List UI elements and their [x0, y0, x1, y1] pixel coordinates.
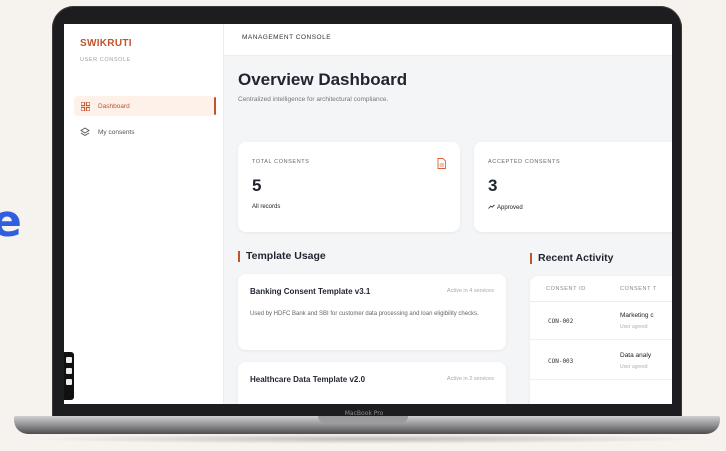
template-badge: Active in 2 services	[446, 376, 494, 382]
sidebar-item-label: My consents	[98, 128, 135, 136]
trend-up-icon	[488, 204, 495, 211]
column-header: CONSENT T	[620, 286, 657, 292]
column-header: CONSENT ID	[546, 286, 586, 292]
consent-status: User agreed	[620, 324, 648, 330]
document-icon	[437, 156, 446, 174]
background-letter: e	[0, 196, 22, 247]
grid-icon	[80, 101, 90, 111]
brand-subtitle: USER CONSOLE	[80, 57, 131, 63]
template-usage-title: Template Usage	[238, 250, 326, 262]
consent-type: Marketing c	[620, 312, 654, 319]
laptop-notch	[318, 416, 408, 423]
stat-label: ACCEPTED CONSENTS	[488, 159, 561, 165]
table-header: CONSENT ID CONSENT T	[530, 276, 672, 302]
recent-activity-title: Recent Activity	[530, 252, 613, 264]
table-row[interactable]: CON-002 Marketing c User agreed	[530, 304, 672, 340]
record-icon[interactable]	[66, 379, 72, 385]
app-screen: SWIKRUTI USER CONSOLE Dashboard My conse…	[64, 24, 672, 404]
recent-activity-table: CONSENT ID CONSENT T CON-002 Marketing c…	[530, 276, 672, 404]
laptop-shadow	[24, 434, 710, 444]
sidebar-item-my-consents[interactable]: My consents	[74, 122, 214, 142]
device-label: MacBook Pro	[344, 410, 384, 417]
stat-label: TOTAL CONSENTS	[252, 159, 310, 165]
sidebar-item-label: Dashboard	[98, 102, 130, 110]
stat-card-accepted: ACCEPTED CONSENTS 3 Approved	[474, 142, 672, 232]
brand-logo: SWIKRUTI	[80, 38, 132, 49]
console-title: MANAGEMENT CONSOLE	[242, 34, 332, 41]
template-name: Healthcare Data Template v2.0	[250, 375, 366, 384]
template-badge: Active in 4 services	[446, 288, 494, 294]
camera-icon[interactable]	[66, 357, 72, 363]
consent-id: CON-003	[548, 358, 574, 365]
consent-id: CON-002	[548, 318, 574, 325]
template-card[interactable]: Banking Consent Template v3.1 Active in …	[238, 274, 506, 350]
video-icon[interactable]	[66, 368, 72, 374]
stat-foot-row: Approved	[488, 204, 523, 211]
top-bar: MANAGEMENT CONSOLE	[224, 24, 672, 56]
consent-status: User agreed	[620, 364, 648, 370]
template-name: Banking Consent Template v3.1	[250, 287, 371, 296]
stat-value: 3	[488, 176, 498, 195]
template-description: Used by HDFC Bank and SBI for customer d…	[250, 311, 479, 317]
stat-value: 5	[252, 176, 262, 195]
consent-type: Data analy	[620, 352, 652, 359]
page-subtitle: Centralized intelligence for architectur…	[238, 96, 389, 103]
stat-foot: Approved	[497, 204, 523, 211]
main-content: Overview Dashboard Centralized intellige…	[224, 56, 672, 404]
stat-foot: All records	[252, 204, 281, 210]
sidebar-item-dashboard[interactable]: Dashboard	[74, 96, 216, 116]
floating-toolbar[interactable]	[64, 352, 74, 400]
sidebar: SWIKRUTI USER CONSOLE Dashboard My conse…	[64, 24, 224, 404]
stat-card-total: TOTAL CONSENTS 5 All records	[238, 142, 460, 232]
table-row[interactable]: CON-003 Data analy User agreed	[530, 344, 672, 380]
template-card[interactable]: Healthcare Data Template v2.0 Active in …	[238, 362, 506, 404]
page-title: Overview Dashboard	[238, 70, 408, 89]
layers-icon	[80, 127, 90, 137]
